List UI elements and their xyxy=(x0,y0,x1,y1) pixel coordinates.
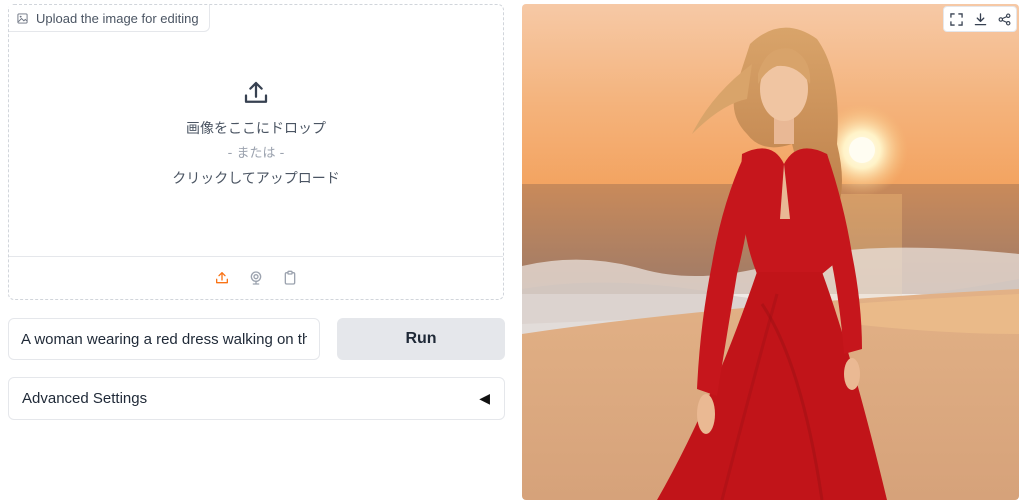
upload-source-button[interactable] xyxy=(211,267,233,289)
image-toolbar xyxy=(943,6,1017,32)
webcam-icon xyxy=(250,271,262,285)
advanced-settings-label: Advanced Settings xyxy=(22,390,148,407)
image-upload-panel[interactable]: Upload the image for editing 画像をここにドロップ … xyxy=(8,4,504,300)
output-image-panel xyxy=(522,4,1019,500)
fullscreen-button[interactable] xyxy=(944,7,968,31)
or-text: - または - xyxy=(227,146,285,161)
prompt-input[interactable] xyxy=(8,318,320,360)
webcam-source-button[interactable] xyxy=(245,267,267,289)
run-button[interactable]: Run xyxy=(337,318,505,360)
download-icon xyxy=(974,12,986,25)
click-to-upload-text: クリックしてアップロード xyxy=(172,171,340,187)
share-button[interactable] xyxy=(992,7,1016,31)
caret-left-icon: ◀ xyxy=(479,390,490,406)
drop-zone[interactable]: 画像をここにドロップ - または - クリックしてアップロード xyxy=(9,31,503,257)
advanced-settings-accordion[interactable]: Advanced Settings ◀ xyxy=(8,377,505,420)
upload-icon xyxy=(244,81,268,103)
download-button[interactable] xyxy=(968,7,992,31)
upload-label-text: Upload the image for editing xyxy=(36,10,199,26)
upload-label: Upload the image for editing xyxy=(9,5,210,32)
clipboard-source-button[interactable] xyxy=(279,267,301,289)
fullscreen-icon xyxy=(949,12,963,26)
drop-text: 画像をここにドロップ xyxy=(186,121,326,137)
source-selector xyxy=(9,256,503,299)
image-icon xyxy=(17,12,28,24)
upload-icon xyxy=(216,272,228,284)
output-image xyxy=(522,4,1019,500)
clipboard-icon xyxy=(284,270,296,285)
share-icon xyxy=(998,13,1010,25)
